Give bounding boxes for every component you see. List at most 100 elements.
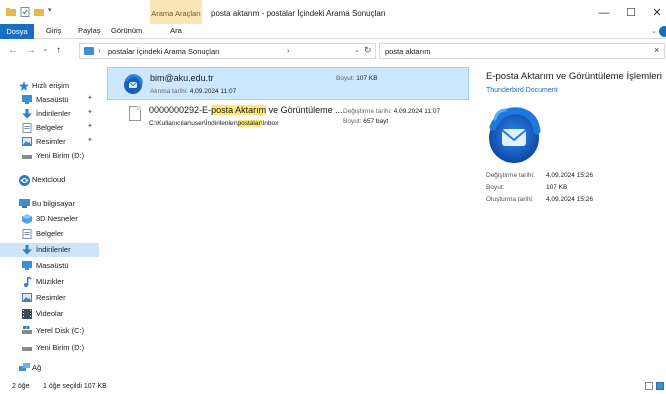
nav-item-nextcloud[interactable]: Nextcloud	[0, 173, 99, 187]
selection-info: 1 öğe seçildi 107 KB	[43, 383, 107, 390]
properties-icon[interactable]	[20, 7, 30, 17]
pin-icon[interactable]: ✦	[87, 136, 93, 144]
close-button[interactable]: ✕	[645, 4, 666, 22]
result-path: C:\Kullanıcılar\user\İndirilenler\postal…	[149, 120, 278, 127]
windows-drive-icon	[22, 326, 32, 335]
results-pane: bim@aku.edu.tr Alınma tarihi: 4.09.2024 …	[102, 62, 476, 380]
maximize-button[interactable]: ☐	[619, 4, 643, 22]
download-icon	[22, 109, 32, 119]
search-highlight: postalar	[237, 120, 261, 127]
nav-item-documents[interactable]: Belgeler	[0, 227, 99, 241]
nav-item-drive-d[interactable]: Yeni Birim (D:)	[0, 341, 99, 355]
ribbon-expand-icon[interactable]: ⌄	[651, 27, 657, 35]
folder-icon	[6, 7, 16, 17]
nav-label: İndirilenler	[36, 245, 71, 254]
nav-item-desktop-pinned[interactable]: Masaüstü ✦	[0, 93, 99, 107]
result-row[interactable]: 0000000292-E-posta Aktarım ve Görüntülem…	[107, 103, 469, 133]
result-title: bim@aku.edu.tr	[150, 73, 214, 83]
quick-access-dropdown-icon[interactable]: ▾	[48, 6, 58, 16]
details-view-icon[interactable]	[645, 382, 653, 390]
download-icon	[22, 245, 32, 255]
details-file-type: Thunderbird Document	[486, 87, 558, 94]
size-value: 107 KB	[356, 75, 378, 82]
help-icon[interactable]	[659, 26, 666, 37]
large-icons-view-icon[interactable]	[656, 382, 664, 390]
new-folder-icon[interactable]	[34, 7, 44, 17]
desktop-icon	[22, 261, 32, 270]
tab-home[interactable]: Giriş	[46, 26, 61, 35]
detail-key-modified: Değiştirme tarihi:	[486, 172, 535, 179]
tab-share[interactable]: Paylaş	[78, 26, 101, 35]
tab-file[interactable]: Dosya	[0, 24, 34, 39]
nav-label: Ağ	[32, 363, 42, 372]
title-part: ve Görüntüleme ...	[266, 105, 343, 115]
size-label: Boyut:	[343, 118, 362, 125]
breadcrumb-path[interactable]: postalar İçindeki Arama Sonuçları	[108, 47, 220, 56]
address-row: ← → ⌄ ↑ › postalar İçindeki Arama Sonuçl…	[0, 40, 666, 62]
nav-label: Yeni Birim (D:)	[36, 151, 85, 160]
tab-search[interactable]: Ara	[150, 26, 202, 35]
nav-label: Müzikler	[36, 277, 64, 286]
3d-objects-icon	[22, 214, 32, 224]
pictures-icon	[22, 137, 32, 146]
pin-icon[interactable]: ✦	[87, 94, 93, 102]
nav-item-3d-objects[interactable]: 3D Nesneler	[0, 212, 99, 226]
window-title: posta aktarım - postalar İçindeki Arama …	[211, 9, 386, 18]
nav-item-desktop[interactable]: Masaüstü	[0, 259, 99, 273]
up-button[interactable]: ↑	[56, 45, 61, 56]
search-folder-icon	[84, 47, 94, 55]
nav-item-pictures[interactable]: Resimler	[0, 291, 99, 305]
nav-item-drive-c[interactable]: Yerel Disk (C:)	[0, 324, 99, 338]
nav-item-videos[interactable]: Videolar	[0, 307, 99, 321]
refresh-icon[interactable]: ↻	[364, 45, 372, 56]
modified-date: Değiştirme tarihi: 4.09.2024 11:07	[343, 108, 440, 115]
result-row-selected[interactable]: bim@aku.edu.tr Alınma tarihi: 4.09.2024 …	[107, 67, 469, 100]
desktop-icon	[22, 95, 32, 104]
received-date-value: 4.09.2024 11:07	[189, 88, 237, 95]
tab-view[interactable]: Görünüm	[111, 26, 142, 35]
nav-item-downloads-pinned[interactable]: İndirilenler ✦	[0, 107, 99, 121]
status-bar: 2 öğe 1 öğe seçildi 107 KB	[0, 380, 666, 394]
path-part: \Inbox	[260, 120, 279, 127]
nav-item-quick-access[interactable]: Hızlı erişim	[0, 79, 99, 93]
back-button[interactable]: ←	[8, 45, 18, 56]
nav-item-downloads[interactable]: İndirilenler	[0, 243, 99, 257]
nav-item-documents-pinned[interactable]: Belgeler ✦	[0, 121, 99, 135]
nav-item-pictures-pinned[interactable]: Resimler ✦	[0, 135, 99, 149]
pictures-icon	[22, 293, 32, 302]
nav-label: Yerel Disk (C:)	[36, 326, 85, 335]
search-input[interactable]: posta aktarım ×	[379, 43, 665, 59]
pin-icon[interactable]: ✦	[87, 122, 93, 130]
address-dropdown-icon[interactable]: ⌄	[354, 46, 360, 54]
nav-label: Nextcloud	[32, 175, 66, 184]
pin-icon[interactable]: ✦	[87, 108, 93, 116]
nav-label: Videolar	[36, 309, 64, 318]
file-size: Boyut: 107 KB	[336, 75, 378, 82]
path-part: C:\Kullanıcılar\user\İndirilenler\	[149, 120, 238, 127]
nav-item-music[interactable]: Müzikler	[0, 275, 99, 289]
nav-label: Resimler	[36, 137, 66, 146]
videos-icon	[22, 309, 32, 319]
nav-label: Masaüstü	[36, 261, 69, 270]
search-query[interactable]: posta aktarım	[385, 47, 430, 56]
nav-label: 3D Nesneler	[36, 214, 78, 223]
thunderbird-logo-icon	[483, 105, 543, 165]
nav-item-drive-d-quick[interactable]: Yeni Birim (D:)	[0, 149, 99, 163]
received-date: Alınma tarihi: 4.09.2024 11:07	[150, 88, 236, 95]
breadcrumb-separator[interactable]: ›	[98, 46, 101, 55]
clear-search-icon[interactable]: ×	[654, 45, 659, 55]
minimize-button[interactable]: —	[592, 4, 616, 22]
breadcrumb-separator[interactable]: ›	[287, 46, 290, 55]
address-bar[interactable]: › postalar İçindeki Arama Sonuçları › ⌄ …	[79, 43, 376, 59]
detail-value-created: 4.09.2024 15:26	[546, 196, 593, 203]
detail-key-created: Oluşturma tarihi:	[486, 196, 534, 203]
title-part: 0000000292-E-	[149, 105, 212, 115]
forward-button[interactable]: →	[26, 45, 36, 56]
result-title: 0000000292-E-posta Aktarım ve Görüntülem…	[149, 105, 343, 115]
nav-item-network[interactable]: Ağ	[0, 361, 99, 375]
nav-item-this-pc[interactable]: Bu bilgisayar	[0, 197, 99, 211]
size-label: Boyut:	[336, 75, 355, 82]
nav-label: Masaüstü	[36, 95, 69, 104]
recent-locations-button[interactable]: ⌄	[42, 44, 49, 53]
nav-label: Bu bilgisayar	[32, 199, 75, 208]
